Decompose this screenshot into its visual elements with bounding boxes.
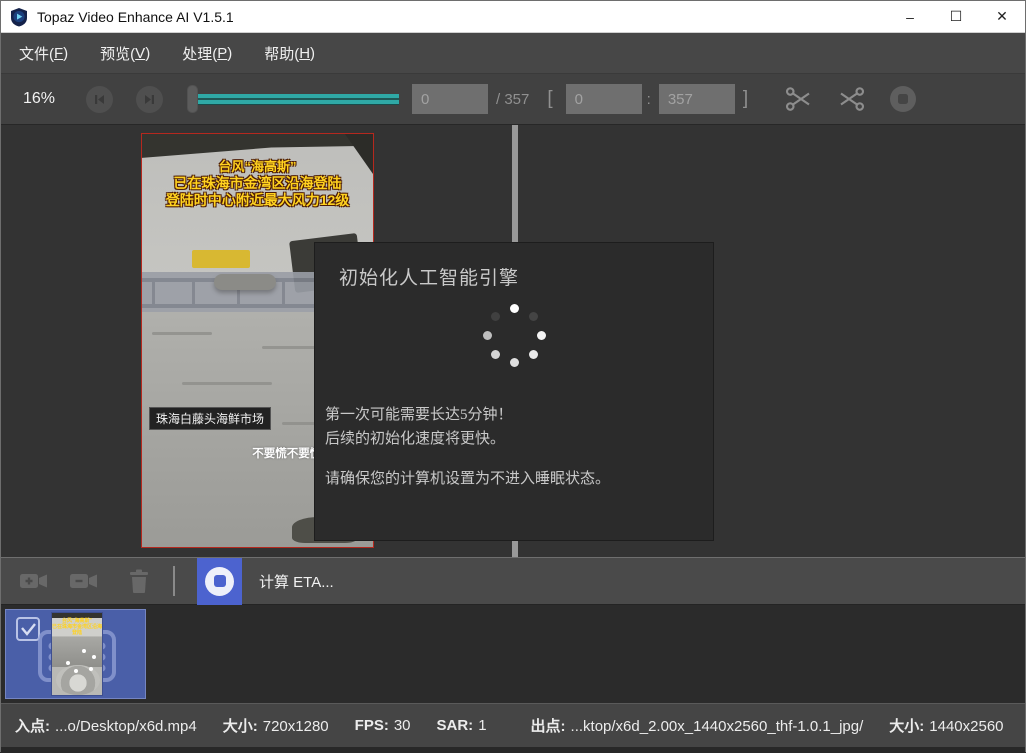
trim-open-bracket: [: [547, 88, 552, 110]
scissors-out-icon: [836, 84, 866, 114]
window-controls: – ☐ ✕: [887, 1, 1025, 32]
timeline-handle[interactable]: [187, 85, 198, 113]
playback-toolbar: 16% / 357 [ : ]: [1, 73, 1025, 125]
output-path-status: 出点:...ktop/x6d_2.00x_1440x2560_thf-1.0.1…: [531, 715, 864, 736]
add-video-button[interactable]: [19, 570, 51, 592]
trim-in-button[interactable]: [784, 84, 814, 114]
stop-preview-button[interactable]: [888, 84, 918, 114]
trim-out-button[interactable]: [836, 84, 866, 114]
video-list-item[interactable]: 台风“海高斯” 已在珠海市金湾区沿海登陆: [5, 609, 146, 699]
skip-end-button[interactable]: [136, 86, 163, 113]
sar-status: SAR:1: [437, 717, 487, 734]
app-window: Topaz Video Enhance AI V1.5.1 – ☐ ✕ 文件(F…: [0, 0, 1026, 752]
input-file-status: 入点:...o/Desktop/x6d.mp4: [15, 715, 197, 736]
thumbnail-strip: 台风“海高斯” 已在珠海市金湾区沿海登陆: [1, 605, 1025, 703]
main-area: 台风“海高斯” 已在珠海市金湾区沿海登陆 登陆时中心附近最大风力12级: [1, 125, 1025, 558]
trim-close-bracket: ]: [743, 88, 748, 110]
zoom-level: 16%: [15, 90, 63, 108]
skip-end-icon: [142, 92, 157, 107]
skip-start-icon: [92, 92, 107, 107]
remove-video-button[interactable]: [69, 570, 101, 592]
menu-preview[interactable]: 预览(V): [86, 33, 164, 73]
menu-process[interactable]: 处理(P): [168, 33, 246, 73]
stop-processing-button[interactable]: [197, 558, 242, 605]
input-size-status: 大小:720x1280: [223, 715, 329, 736]
trim-end-input[interactable]: [659, 84, 735, 114]
init-engine-dialog: 初始化人工智能引擎 第一次可能需要长达5分钟！ 后续的初始化速度将更快。 请确保…: [314, 242, 714, 541]
trim-start-input[interactable]: [566, 84, 642, 114]
car-shape: [214, 274, 276, 290]
window-bottom-edge: [1, 747, 1025, 753]
add-video-icon: [19, 570, 51, 592]
trim-colon: :: [647, 91, 651, 108]
dialog-title: 初始化人工智能引擎: [339, 263, 519, 290]
location-caption: 珠海白藤头海鲜市场: [149, 407, 271, 430]
dialog-message: 第一次可能需要长达5分钟！ 后续的初始化速度将更快。 请确保您的计算机设置为不进…: [325, 403, 610, 491]
title-bar: Topaz Video Enhance AI V1.5.1 – ☐ ✕: [1, 1, 1025, 33]
truck-shape: [192, 250, 250, 268]
video-thumbnail: 台风“海高斯” 已在珠海市金湾区沿海登陆: [51, 612, 103, 696]
window-title: Topaz Video Enhance AI V1.5.1: [37, 9, 234, 25]
menu-file[interactable]: 文件(F): [5, 33, 82, 73]
frame-total-label: / 357: [496, 91, 529, 108]
maximize-button[interactable]: ☐: [933, 1, 979, 32]
current-frame-input[interactable]: [412, 84, 488, 114]
eta-status: 计算 ETA...: [259, 571, 334, 592]
timeline-slider[interactable]: [187, 84, 399, 114]
close-button[interactable]: ✕: [979, 1, 1025, 32]
output-size-status: 大小:1440x2560: [889, 715, 1003, 736]
trash-icon: [127, 568, 151, 594]
menu-help[interactable]: 帮助(H): [250, 33, 329, 73]
status-bar: 入点:...o/Desktop/x6d.mp4 大小:720x1280 FPS:…: [1, 703, 1025, 747]
fps-status: FPS:30: [355, 717, 411, 734]
stop-icon: [888, 84, 918, 114]
video-overlay-title: 台风“海高斯” 已在珠海市金湾区沿海登陆 登陆时中心附近最大风力12级: [142, 158, 373, 209]
delete-button[interactable]: [127, 568, 151, 594]
minimize-button[interactable]: –: [887, 1, 933, 32]
app-logo-icon: [9, 7, 29, 27]
scissors-in-icon: [784, 84, 814, 114]
menu-bar: 文件(F) 预览(V) 处理(P) 帮助(H): [1, 33, 1025, 73]
remove-video-icon: [69, 570, 101, 592]
skip-start-button[interactable]: [86, 86, 113, 113]
process-toolbar: 计算 ETA...: [1, 558, 1025, 605]
toolbar-divider: [173, 566, 175, 596]
stop-processing-icon: [205, 567, 234, 596]
timeline-track[interactable]: [193, 94, 399, 105]
